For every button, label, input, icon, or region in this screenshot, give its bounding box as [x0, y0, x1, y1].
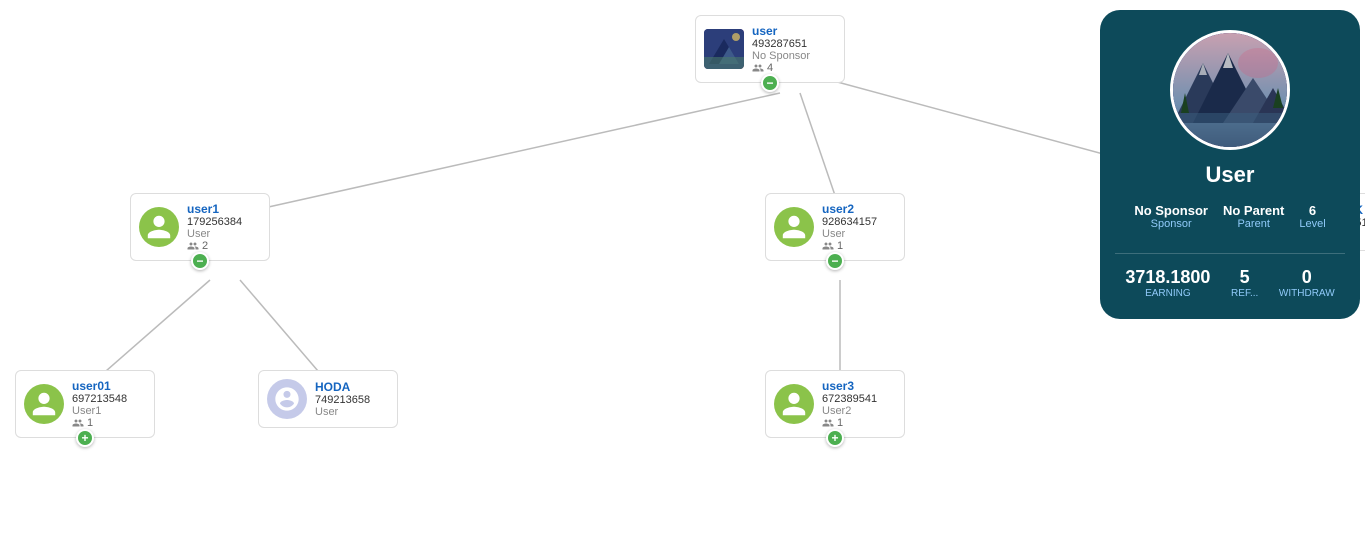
info-stat-sponsor: No Sponsor Sponsor [1134, 203, 1208, 230]
user1-username: user1 [187, 202, 242, 216]
info-parent-value: No Parent [1223, 203, 1284, 218]
info-withdraw-label: WITHDRAW [1279, 288, 1335, 299]
user2-avatar [774, 207, 814, 247]
user1-avatar [139, 207, 179, 247]
user1-role: User [187, 228, 242, 240]
hoda-info: HODA 749213658 User [315, 380, 370, 418]
info-ref-value: 5 [1240, 267, 1250, 288]
info-withdraw-value: 0 [1302, 267, 1312, 288]
user1-toggle[interactable]: − [191, 252, 209, 270]
info-stat-parent: No Parent Parent [1223, 203, 1284, 230]
node-root[interactable]: user 493287651 No Sponsor 4 − [695, 15, 845, 83]
user3-toggle[interactable]: + [826, 429, 844, 447]
info-ref-label: REF... [1231, 288, 1258, 299]
hoda-role: User [315, 406, 370, 418]
info-card: User No Sponsor Sponsor No Parent Parent… [1100, 10, 1360, 319]
info-divider [1115, 253, 1345, 254]
user3-members: 1 [822, 417, 877, 429]
root-avatar [704, 29, 744, 69]
info-block-ref: 5 REF... [1231, 267, 1258, 299]
tree-container: user 493287651 No Sponsor 4 − user1 1792… [0, 0, 1365, 536]
user1-info: user1 179256384 User 2 [187, 202, 242, 252]
info-numbers-row: 3718.1800 EARNING 5 REF... 0 WITHDRAW [1115, 267, 1345, 299]
hoda-avatar [267, 379, 307, 419]
root-id: 493287651 [752, 38, 810, 50]
root-members: 4 [752, 62, 810, 74]
root-sponsor: No Sponsor [752, 50, 810, 62]
user3-id: 672389541 [822, 393, 877, 405]
root-info: user 493287651 No Sponsor 4 [752, 24, 810, 74]
node-hoda[interactable]: HODA 749213658 User [258, 370, 398, 428]
info-sponsor-value: No Sponsor [1134, 203, 1208, 218]
user3-role: User2 [822, 405, 877, 417]
user01-toggle[interactable]: + [76, 429, 94, 447]
info-earning-value: 3718.1800 [1125, 267, 1210, 288]
info-block-withdraw: 0 WITHDRAW [1279, 267, 1335, 299]
info-level-label: Level [1299, 218, 1325, 230]
root-username: user [752, 24, 810, 38]
user01-username: user01 [72, 379, 127, 393]
info-parent-label: Parent [1237, 218, 1269, 230]
user3-avatar [774, 384, 814, 424]
user2-toggle[interactable]: − [826, 252, 844, 270]
node-user1[interactable]: user1 179256384 User 2 − [130, 193, 270, 261]
user01-role: User1 [72, 405, 127, 417]
info-earning-label: EARNING [1145, 288, 1191, 299]
user3-username: user3 [822, 379, 877, 393]
info-name: User [1206, 162, 1255, 188]
node-user2[interactable]: user2 928634157 User 1 − [765, 193, 905, 261]
info-level-value: 6 [1309, 203, 1316, 218]
info-sponsor-label: Sponsor [1151, 218, 1192, 230]
node-user01[interactable]: user01 697213548 User1 1 + [15, 370, 155, 438]
hoda-id: 749213658 [315, 394, 370, 406]
user2-role: User [822, 228, 877, 240]
user2-id: 928634157 [822, 216, 877, 228]
root-toggle[interactable]: − [761, 74, 779, 92]
info-block-earning: 3718.1800 EARNING [1125, 267, 1210, 299]
user2-members: 1 [822, 240, 877, 252]
user01-info: user01 697213548 User1 1 [72, 379, 127, 429]
user01-members: 1 [72, 417, 127, 429]
user2-username: user2 [822, 202, 877, 216]
info-stats-row: No Sponsor Sponsor No Parent Parent 6 Le… [1115, 203, 1345, 230]
user01-id: 697213548 [72, 393, 127, 405]
user3-info: user3 672389541 User2 1 [822, 379, 877, 429]
node-user3[interactable]: user3 672389541 User2 1 + [765, 370, 905, 438]
user1-id: 179256384 [187, 216, 242, 228]
hoda-username: HODA [315, 380, 370, 394]
info-avatar [1170, 30, 1290, 150]
user01-avatar [24, 384, 64, 424]
user1-members: 2 [187, 240, 242, 252]
user2-info: user2 928634157 User 1 [822, 202, 877, 252]
info-stat-level: 6 Level [1299, 203, 1325, 230]
